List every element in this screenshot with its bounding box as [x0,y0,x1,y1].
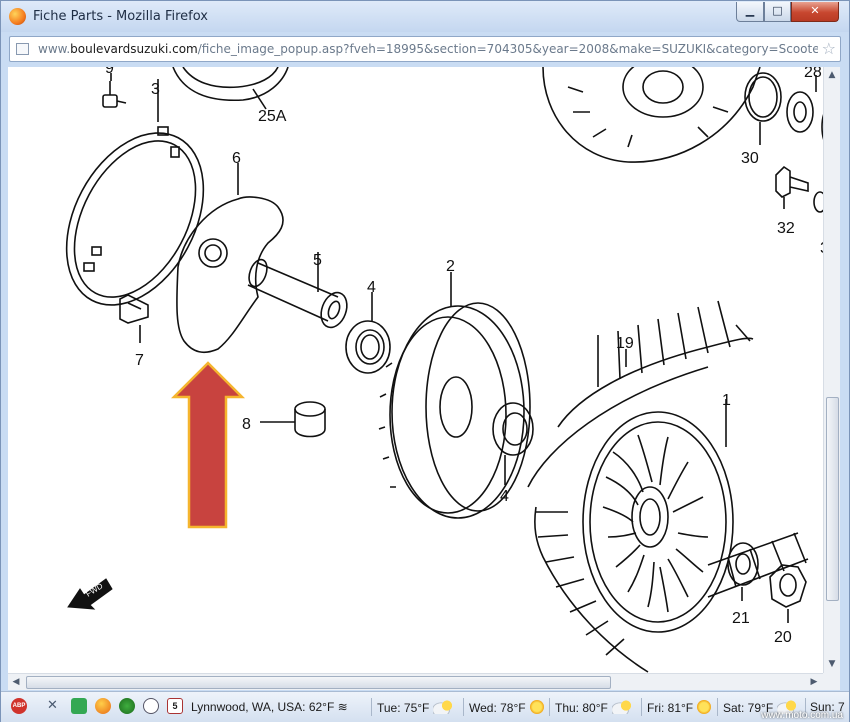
firefox-addon-icon[interactable] [95,698,111,714]
weather-wed-text: Wed: 78°F [469,701,526,715]
annotation-arrow-shape [170,361,246,529]
weather-fri-text: Fri: 81°F [647,701,694,715]
partly-cloudy-icon [611,700,632,714]
label-part-32[interactable]: 32 [777,220,795,237]
label-part-25a[interactable]: 25A [258,108,287,125]
part-4-bearing-upper [345,292,391,374]
weather-thu-text: Thu: 80°F [555,701,608,715]
minimize-button[interactable]: ▁ [736,2,764,22]
label-part-1[interactable]: 1 [722,392,731,409]
part-5-sleeve [247,252,348,329]
scrollbar-corner [823,673,840,690]
weather-wed[interactable]: Wed: 78°F [469,700,544,715]
close-button[interactable]: ✕ [791,2,839,22]
scroll-right-arrow-icon[interactable]: ▶ [806,674,822,690]
part-32-bolt [775,165,827,213]
bookmark-star-icon[interactable]: ☆ [822,39,836,58]
label-part-2[interactable]: 2 [446,258,455,275]
browser-window: Fiche Parts - Mozilla Firefox ▁ □ ✕ www.… [0,0,850,722]
label-part-5[interactable]: 5 [313,252,322,269]
part-6-ramp-plate [176,163,284,354]
calendar-icon[interactable]: 5 [167,698,183,714]
fwd-direction-icon: FWD [67,578,113,610]
part-19-belt [527,300,809,673]
wind-icon: ≋ [337,700,348,714]
scroll-up-arrow-icon[interactable]: ▲ [824,67,840,83]
globe-addon-icon[interactable] [119,698,135,714]
label-part-6[interactable]: 6 [232,150,241,167]
clock-icon[interactable] [143,698,159,714]
part-25a-drum [172,67,289,110]
label-part-4-lower[interactable]: 4 [500,488,509,505]
window-title: Fiche Parts - Mozilla Firefox [33,9,209,24]
part-7-clip [119,294,149,343]
annotation-arrow [170,361,246,529]
scroll-down-arrow-icon[interactable]: ▼ [824,656,840,672]
title-bar: Fiche Parts - Mozilla Firefox ▁ □ ✕ [1,1,849,32]
label-part-21[interactable]: 21 [732,610,750,627]
sunny-icon [529,700,544,714]
label-part-28[interactable]: 28 [804,67,822,81]
label-part-30[interactable]: 30 [741,150,759,167]
maximize-button[interactable]: □ [764,2,791,22]
green-addon-icon[interactable] [71,698,87,714]
url-domain: boulevardsuzuki.com [70,42,198,56]
label-part-19[interactable]: 19 [616,335,634,352]
part-3-ring [65,79,205,306]
label-part-8[interactable]: 8 [242,416,251,433]
firefox-logo-icon [9,8,26,25]
partly-cloudy-icon [433,700,454,714]
part-clutch-housing [542,67,761,163]
vertical-scrollbar[interactable]: ▲ ▼ [823,67,840,673]
page-content: 9 3 25A 6 5 4 2 7 8 19 1 4 21 20 28 30 3… [8,67,834,673]
weather-tue[interactable]: Tue: 75°F [377,700,454,715]
parts-diagram: 9 3 25A 6 5 4 2 7 8 19 1 4 21 20 28 30 3… [65,67,834,673]
vertical-scroll-thumb[interactable] [826,397,839,601]
url-text[interactable]: www.boulevardsuzuki.com/fiche_image_popu… [38,42,818,56]
close-x-icon[interactable]: ✕ [47,697,63,713]
sunny-icon [697,700,712,714]
status-bar: ABP ✕ 5 Lynnwood, WA, USA: 62°F ≋ Tue: 7… [1,691,849,722]
horizontal-scroll-thumb[interactable] [26,676,611,689]
part-2-sheave [378,272,531,519]
weather-fri[interactable]: Fri: 81°F [647,700,712,715]
part-20-nut [769,564,807,623]
label-part-7[interactable]: 7 [135,352,144,369]
horizontal-scrollbar[interactable]: ◀ ▶ [8,673,823,690]
weather-location: Lynnwood, WA, USA: 62°F [191,700,335,714]
adblock-icon[interactable]: ABP [11,698,27,714]
url-prefix: www. [38,42,71,56]
part-1-fan [582,399,734,633]
part-8-collar [260,401,326,438]
weather-thu[interactable]: Thu: 80°F [555,700,632,715]
weather-tue-text: Tue: 75°F [377,701,430,715]
label-part-20[interactable]: 20 [774,629,792,646]
label-part-9[interactable]: 9 [105,67,114,77]
part-30-ring [744,72,782,145]
watermark: www.moto.com.ua [761,710,843,721]
label-part-4-upper[interactable]: 4 [367,279,376,296]
scroll-left-arrow-icon[interactable]: ◀ [8,674,24,690]
page-icon [16,43,29,55]
address-bar[interactable]: www.boulevardsuzuki.com/fiche_image_popu… [9,36,841,62]
url-path: /fiche_image_popup.asp?fveh=18995&sectio… [197,42,818,56]
label-part-3[interactable]: 3 [151,81,160,98]
weather-current[interactable]: Lynnwood, WA, USA: 62°F ≋ [191,700,348,714]
part-9-bolt [102,73,127,108]
